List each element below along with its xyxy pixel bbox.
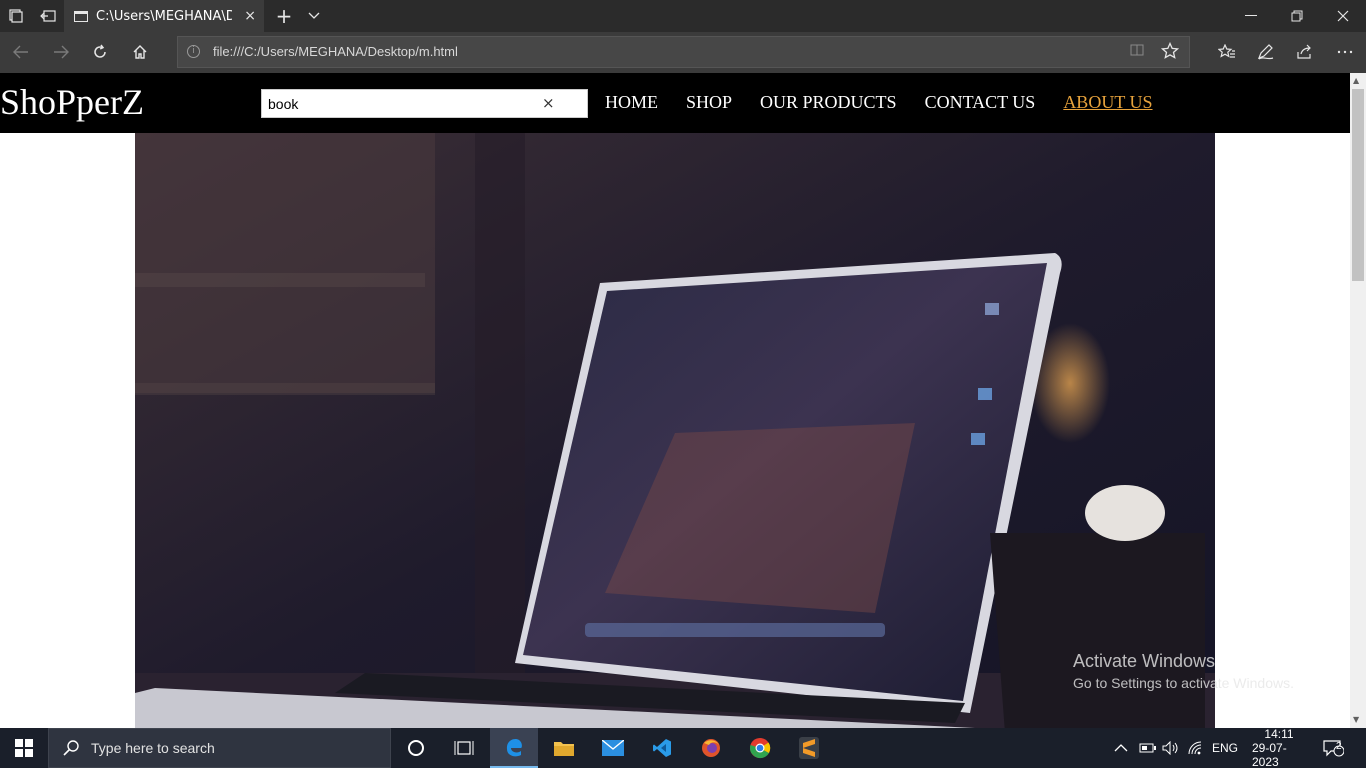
- cortana-icon[interactable]: [392, 728, 440, 768]
- search-input[interactable]: [262, 90, 532, 117]
- hero-image: [135, 133, 1215, 728]
- watermark-subtitle: Go to Settings to activate Windows.: [1073, 675, 1294, 691]
- scroll-down-icon[interactable]: ▼: [1353, 715, 1359, 724]
- page-scrollbar[interactable]: ▲ ▼: [1350, 73, 1366, 728]
- vscode-icon[interactable]: [638, 728, 686, 768]
- firefox-icon[interactable]: [687, 728, 735, 768]
- mail-icon[interactable]: [589, 728, 637, 768]
- scroll-up-icon[interactable]: ▲: [1353, 76, 1359, 85]
- site-logo[interactable]: ShoPperZ: [0, 81, 144, 123]
- refresh-button[interactable]: [85, 38, 115, 66]
- site-header: ShoPperZ × HOME SHOP OUR PRODUCTS CONTAC…: [0, 73, 1350, 133]
- browser-toolbar: i file:///C:/Users/MEGHANA/Desktop/m.htm…: [0, 32, 1366, 73]
- forward-button[interactable]: [46, 38, 76, 66]
- nav-our-products[interactable]: OUR PRODUCTS: [760, 92, 897, 113]
- windows-taskbar: Type here to search ENG 14:11 29-07-2023: [0, 727, 1366, 769]
- windows-logo-icon: [15, 739, 33, 757]
- home-button[interactable]: [125, 38, 155, 66]
- chevron-down-icon[interactable]: [302, 0, 326, 32]
- edge-icon[interactable]: [490, 728, 538, 768]
- clock-date: 29-07-2023: [1252, 741, 1287, 769]
- scroll-thumb[interactable]: [1352, 89, 1364, 281]
- tab-manager-icon[interactable]: [0, 0, 32, 32]
- laptop-photo: [135, 133, 1215, 728]
- search-box[interactable]: ×: [261, 89, 588, 118]
- favorite-star-icon[interactable]: [1160, 41, 1180, 64]
- notification-center-icon[interactable]: 2: [1322, 728, 1344, 768]
- clock[interactable]: 14:11 29-07-2023: [1252, 727, 1306, 769]
- notification-count: 2: [1336, 741, 1342, 752]
- file-explorer-icon[interactable]: [540, 728, 588, 768]
- back-button[interactable]: [6, 38, 36, 66]
- network-icon[interactable]: [1187, 728, 1205, 768]
- page-icon: [74, 10, 88, 22]
- nav-home[interactable]: HOME: [605, 92, 658, 113]
- new-tab-button[interactable]: +: [270, 0, 298, 32]
- clear-search-icon[interactable]: ×: [542, 94, 555, 112]
- close-tab-icon[interactable]: ×: [244, 8, 256, 24]
- nav-contact-us[interactable]: CONTACT US: [925, 92, 1036, 113]
- clock-time: 14:11: [1264, 727, 1294, 741]
- restore-button[interactable]: [1274, 0, 1320, 32]
- nav-about-us[interactable]: ABOUT US: [1063, 92, 1152, 113]
- chrome-icon[interactable]: [736, 728, 784, 768]
- minimize-button[interactable]: [1228, 0, 1274, 32]
- close-window-button[interactable]: [1320, 0, 1366, 32]
- start-button[interactable]: [0, 728, 48, 768]
- search-icon: [63, 740, 79, 756]
- reading-view-icon[interactable]: [1129, 42, 1145, 62]
- share-icon[interactable]: [1290, 38, 1320, 66]
- watermark-title: Activate Windows: [1073, 651, 1216, 671]
- main-navigation: HOME SHOP OUR PRODUCTS CONTACT US ABOUT …: [605, 92, 1181, 113]
- tab-title: C:\Users\MEGHANA\De: [96, 8, 232, 24]
- taskbar-search[interactable]: Type here to search: [48, 728, 391, 768]
- favorites-hub-icon[interactable]: [1212, 38, 1242, 66]
- address-text[interactable]: file:///C:/Users/MEGHANA/Desktop/m.html: [213, 44, 458, 59]
- more-options-icon[interactable]: [1330, 38, 1360, 66]
- activate-windows-watermark: Activate Windows Go to Settings to activ…: [1073, 651, 1294, 691]
- sublime-text-icon[interactable]: [785, 728, 833, 768]
- volume-icon[interactable]: [1162, 728, 1180, 768]
- search-placeholder: Type here to search: [91, 740, 215, 756]
- web-note-pen-icon[interactable]: [1251, 38, 1281, 66]
- set-aside-tabs-icon[interactable]: [32, 0, 64, 32]
- address-bar[interactable]: i file:///C:/Users/MEGHANA/Desktop/m.htm…: [177, 36, 1190, 68]
- language-indicator[interactable]: ENG: [1212, 728, 1238, 768]
- browser-tab[interactable]: C:\Users\MEGHANA\De ×: [64, 0, 264, 32]
- show-hidden-icons-chevron-icon[interactable]: [1114, 728, 1128, 768]
- task-view-icon[interactable]: [440, 728, 488, 768]
- battery-icon[interactable]: [1139, 728, 1157, 768]
- web-page: ShoPperZ × HOME SHOP OUR PRODUCTS CONTAC…: [0, 73, 1350, 728]
- nav-shop[interactable]: SHOP: [686, 92, 732, 113]
- info-icon[interactable]: i: [187, 45, 200, 58]
